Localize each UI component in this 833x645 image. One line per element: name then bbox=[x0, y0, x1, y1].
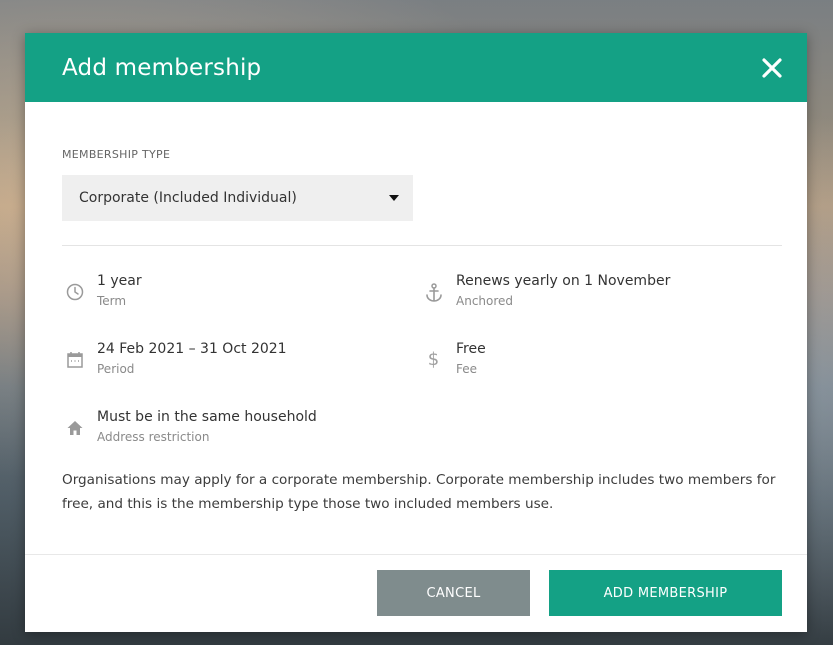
period-value: 24 Feb 2021 – 31 Oct 2021 bbox=[97, 341, 287, 357]
fee-label: Fee bbox=[456, 362, 478, 376]
detail-term: 1 year Term bbox=[52, 272, 142, 308]
cancel-button[interactable]: CANCEL bbox=[377, 570, 530, 616]
address-label: Address restriction bbox=[97, 430, 210, 444]
caret-down-icon bbox=[389, 195, 399, 201]
add-membership-dialog: Add membership MEMBERSHIP TYPE Corporate… bbox=[25, 33, 807, 632]
membership-description: Organisations may apply for a corporate … bbox=[62, 472, 776, 512]
membership-type-label: MEMBERSHIP TYPE bbox=[62, 148, 171, 161]
calendar-icon bbox=[66, 352, 83, 368]
detail-period: 24 Feb 2021 – 31 Oct 2021 Period bbox=[52, 340, 287, 376]
term-value: 1 year bbox=[97, 273, 142, 289]
detail-fee: $ Free Fee bbox=[411, 340, 486, 376]
dialog-title: Add membership bbox=[62, 54, 262, 81]
anchored-label: Anchored bbox=[456, 294, 514, 308]
anchored-value: Renews yearly on 1 November bbox=[456, 273, 671, 289]
detail-address-restriction: Must be in the same household Address re… bbox=[52, 408, 317, 444]
anchor-icon bbox=[425, 283, 442, 302]
dialog-body: MEMBERSHIP TYPE Corporate (Included Indi… bbox=[25, 148, 807, 516]
dialog-footer: CANCEL ADD MEMBERSHIP bbox=[25, 554, 807, 632]
home-icon bbox=[67, 421, 82, 435]
clock-icon bbox=[66, 283, 83, 301]
period-label: Period bbox=[97, 362, 135, 376]
dollar-icon: $ bbox=[427, 349, 440, 370]
detail-anchored: Renews yearly on 1 November Anchored bbox=[411, 272, 670, 308]
close-button[interactable] bbox=[759, 55, 785, 81]
term-label: Term bbox=[97, 294, 127, 308]
close-icon bbox=[762, 57, 782, 78]
address-value: Must be in the same household bbox=[97, 409, 317, 425]
add-membership-button[interactable]: ADD MEMBERSHIP bbox=[549, 570, 782, 616]
membership-type-select[interactable]: Corporate (Included Individual) bbox=[62, 175, 413, 221]
membership-details: 1 year Term Renews yearly on 1 November … bbox=[62, 246, 782, 444]
membership-type-value: Corporate (Included Individual) bbox=[79, 190, 297, 206]
fee-value: Free bbox=[456, 341, 486, 357]
dialog-header: Add membership bbox=[25, 33, 807, 102]
